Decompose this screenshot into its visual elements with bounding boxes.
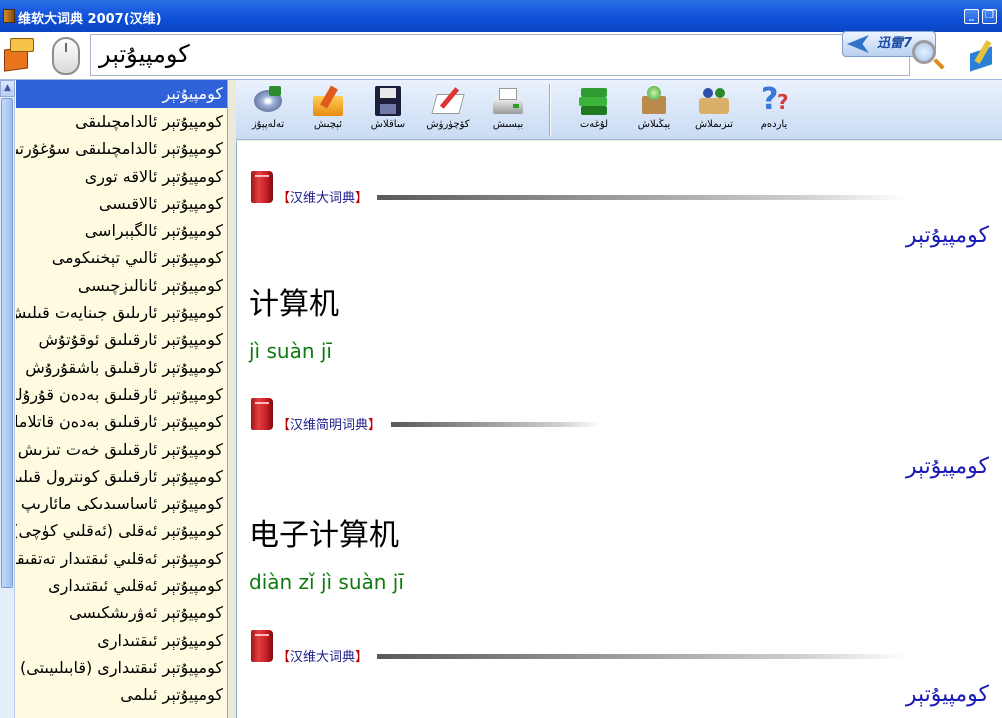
list-item[interactable]: كومپيۇتېر ئاساسىدىكى مائارىپ: [16, 490, 227, 517]
list-item[interactable]: كومپيۇتېر ئالدامچىلىقى سۇغۇرتىسى: [16, 135, 227, 162]
list-item[interactable]: كومپيۇتېر ئالىي تېخنىكومى: [16, 244, 227, 271]
book-icon: [251, 171, 273, 203]
search-input-value: كومپيۇتېر: [99, 40, 190, 68]
floppy-save-icon: [371, 84, 405, 118]
xunlei-bird-icon: [847, 35, 869, 53]
list-item[interactable]: كومپيۇتېر ئارىلىق جىنايەت قىلىش: [16, 299, 227, 326]
list-item[interactable]: كومپيۇتېر ئانالىزچىسى: [16, 272, 227, 299]
list-item[interactable]: كومپيۇتېر ئارقىلىق كونترول قىلىش: [16, 463, 227, 490]
list-item[interactable]: كومپيۇتېر ئارقىلىق خەت تىزىش: [16, 436, 227, 463]
divider-rule: [377, 195, 907, 200]
xunlei-label: 迅雷7: [877, 36, 913, 51]
list-item[interactable]: كومپيۇتېر ئالدامچىلىقى: [16, 108, 227, 135]
list-item[interactable]: كومپيۇتېر ئەقلىي ئىقتىدارى: [16, 572, 227, 599]
register-users-icon: [697, 84, 731, 118]
list-item[interactable]: كومپيۇتېر ئەقلى (ئەقلىي كۈچى): [16, 517, 227, 544]
save-label: ساقلاش: [370, 119, 406, 130]
print-label: بېسىش: [492, 119, 524, 130]
copy-button[interactable]: كۆچۈرۈش: [420, 82, 476, 138]
entry-ug-word: كومپيۇتېر: [905, 223, 989, 248]
printer-icon: [491, 84, 525, 118]
dictionary-label: لۇغەت: [579, 119, 609, 130]
tools-icon[interactable]: [966, 38, 998, 72]
scrollbar-thumb[interactable]: [1, 98, 13, 588]
entry-ug-word: كومپيۇتېر: [905, 454, 989, 479]
list-item[interactable]: كومپيۇتېر ئارقىلىق بەدەن قۇرۇلمىسى: [16, 381, 227, 408]
update-button[interactable]: يېڭىلاش: [626, 82, 682, 138]
register-label: تىزىملاش: [694, 119, 734, 130]
list-item[interactable]: كومپيۇتېر ئەۋرىشكىسى: [16, 599, 227, 626]
search-input[interactable]: كومپيۇتېر: [90, 34, 910, 76]
list-item[interactable]: كومپيۇتېر ئەقلىي ئىقتىدار تەتقىقاتى: [16, 545, 227, 572]
pronounce-button[interactable]: تەلەپپۇز: [240, 82, 296, 138]
copy-label: كۆچۈرۈش: [426, 119, 470, 130]
print-button[interactable]: بېسىش: [480, 82, 536, 138]
word-list-scrollbar[interactable]: ▲: [0, 80, 15, 718]
toolbar: تەلەپپۇز ئېچىش ساقلاش كۆچۈرۈش بېسىش لۇغە…: [236, 80, 1002, 140]
search-icon[interactable]: [912, 40, 936, 64]
list-item[interactable]: كومپيۇتېر ئالگېبراسى: [16, 217, 227, 244]
list-item[interactable]: كومپيۇتېر ئىقتىدارى (قابىلىيىتى): [16, 654, 227, 681]
list-item-selected[interactable]: كومپيۇتېر: [16, 80, 227, 108]
entry-zh-word: 电子计算机: [249, 518, 399, 553]
definition-pane: 【汉维大词典】 كومپيۇتېر 计算机 jì suàn jī 【汉维简明词典…: [236, 141, 1002, 718]
list-item[interactable]: كومپيۇتېر ئارقىلىق بەدەن قاتلاملىق: [16, 408, 227, 435]
source-label: 【汉维大词典】: [277, 191, 369, 206]
source-label: 【汉维大词典】: [277, 650, 369, 665]
list-item[interactable]: كومپيۇتېر ئارقىلىق ئوقۇتۇش: [16, 326, 227, 353]
dictionary-button[interactable]: لۇغەت: [566, 82, 622, 138]
update-label: يېڭىلاش: [637, 119, 671, 130]
entry-zh-word: 计算机: [249, 287, 339, 322]
word-list: كومپيۇتېر كومپيۇتېر ئالدامچىلىقى كومپيۇت…: [16, 80, 227, 718]
source-label: 【汉维简明词典】: [277, 418, 382, 433]
list-item[interactable]: كومپيۇتېر ئىقتىدارى: [16, 627, 227, 654]
save-button[interactable]: ساقلاش: [360, 82, 416, 138]
pronounce-label: تەلەپپۇز: [251, 119, 285, 130]
entry-pinyin: jì suàn jī: [249, 339, 332, 363]
list-item[interactable]: كومپيۇتېر ئارقىلىق باشقۇرۇش: [16, 354, 227, 381]
source-name: 汉维大词典: [290, 191, 356, 206]
divider-rule: [391, 422, 601, 427]
window-title: 维软大词典 2007(汉维): [18, 12, 162, 27]
help-label: ياردەم: [760, 119, 788, 130]
title-bar: 维软大词典 2007(汉维) _ ❐: [0, 0, 1002, 32]
entry-ug-word: كومپيۇتېر: [905, 682, 989, 707]
restore-button[interactable]: ❐: [982, 9, 997, 24]
list-item[interactable]: كومپيۇتېر ئالاقىسى: [16, 190, 227, 217]
help-button[interactable]: ? ? ياردەم: [746, 82, 802, 138]
app-icon: [3, 9, 15, 23]
entry-pinyin: diàn zǐ jì suàn jī: [249, 570, 404, 594]
register-button[interactable]: تىزىملاش: [686, 82, 742, 138]
list-item[interactable]: كومپيۇتېر ئىلمى: [16, 681, 227, 708]
word-list-panel: ▲ كومپيۇتېر كومپيۇتېر ئالدامچىلىقى كومپي…: [0, 80, 228, 718]
speaker-disc-icon: [251, 84, 285, 118]
help-question-icon: ? ?: [761, 82, 789, 117]
book-icon: [251, 398, 273, 430]
update-globe-icon: [637, 84, 671, 118]
copy-notebook-icon: [431, 84, 465, 118]
book-icon: [251, 630, 273, 662]
minimize-button[interactable]: _: [964, 9, 979, 24]
books-icon: [577, 84, 611, 118]
source-name: 汉维大词典: [290, 650, 356, 665]
toolbar-separator: [549, 84, 551, 136]
list-item[interactable]: كومپيۇتېر ئالاقە تورى: [16, 163, 227, 190]
app-logo-icon: [2, 36, 38, 76]
open-button[interactable]: ئېچىش: [300, 82, 356, 138]
open-label: ئېچىش: [313, 119, 343, 130]
scroll-up-icon[interactable]: ▲: [0, 80, 15, 97]
mouse-capture-icon[interactable]: [52, 37, 80, 75]
open-folder-icon: [311, 84, 345, 118]
source-name: 汉维简明词典: [290, 418, 369, 433]
divider-rule: [377, 654, 907, 659]
